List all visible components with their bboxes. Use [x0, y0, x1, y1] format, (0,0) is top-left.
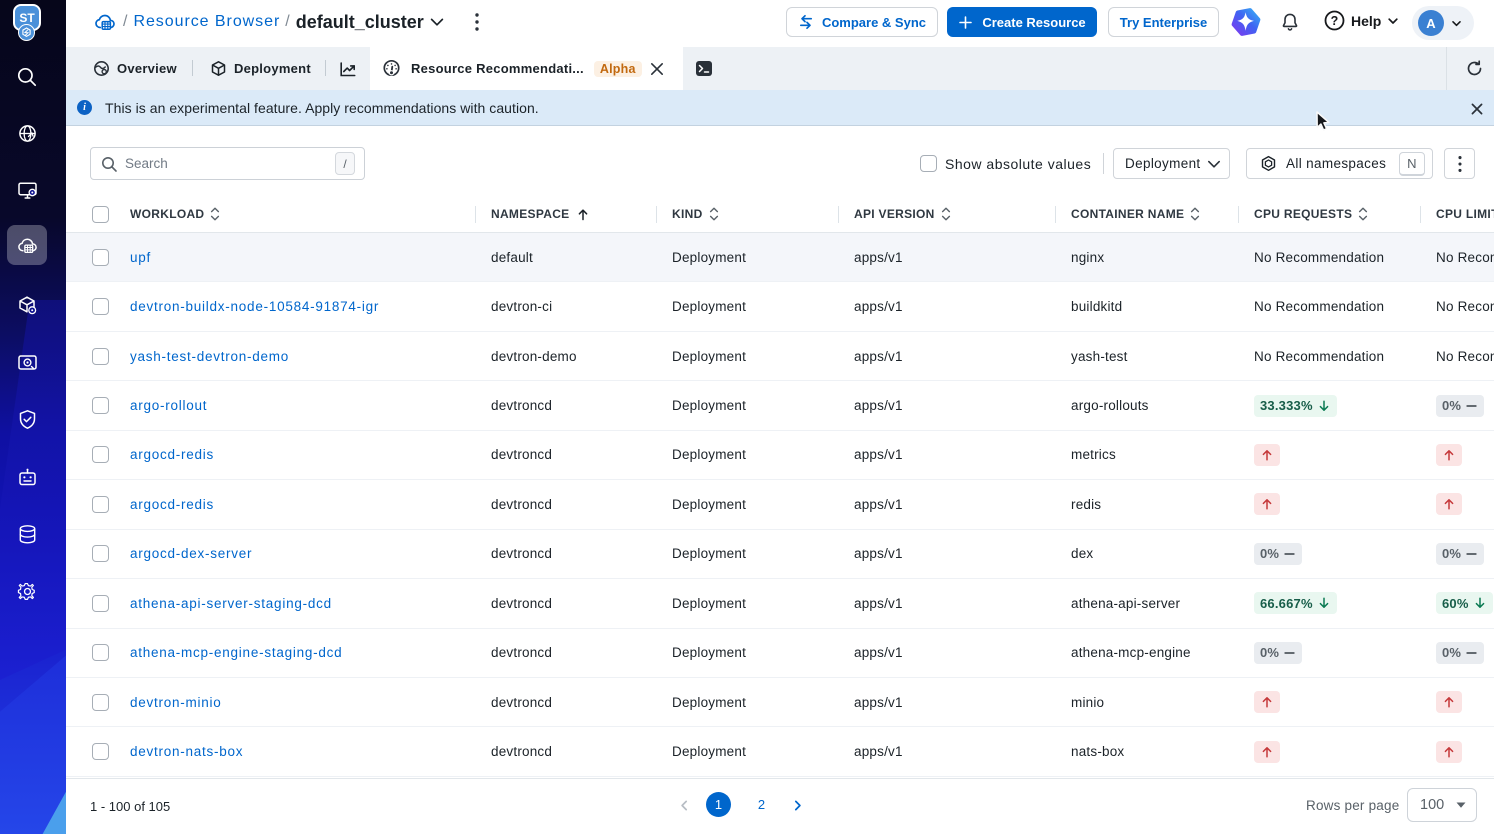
svg-text:?: ? [1331, 14, 1339, 28]
